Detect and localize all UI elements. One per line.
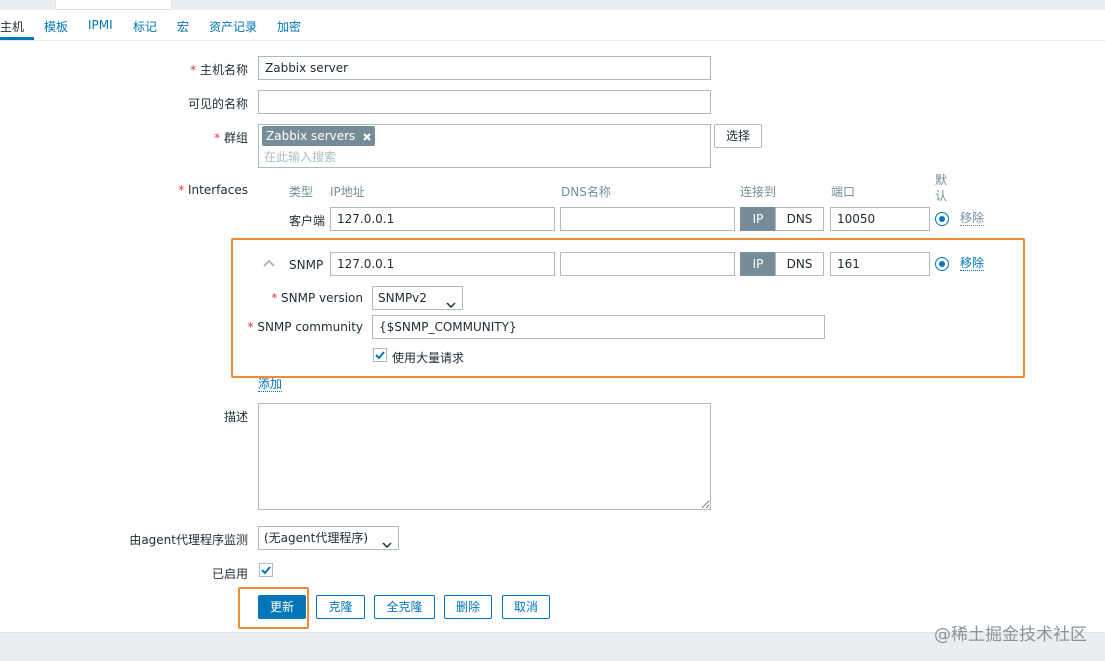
tab-bar: 主机 模板 IPMI 标记 宏 资产记录 加密 <box>0 10 1105 41</box>
host-name-label: * 主机名称 <box>150 61 248 78</box>
checkmark-icon <box>261 566 271 575</box>
agent-connect-dns-toggle[interactable]: DNS <box>775 207 824 231</box>
delete-button[interactable]: 删除 <box>444 595 492 619</box>
remove-tag-icon[interactable] <box>363 127 371 147</box>
groups-search-placeholder: 在此输入搜索 <box>264 150 337 164</box>
proxy-label: 由agent代理程序监测 <box>129 533 248 547</box>
groups-label: * 群组 <box>150 129 248 146</box>
agent-port-input[interactable]: 10050 <box>830 207 930 231</box>
full-clone-button[interactable]: 全克隆 <box>374 595 435 619</box>
snmp-community-input[interactable]: {$SNMP_COMMUNITY} <box>372 315 825 339</box>
tab-ipmi[interactable]: IPMI <box>88 18 113 32</box>
bulk-requests-label: 使用大量请求 <box>392 351 465 365</box>
visible-name-label: 可见的名称 <box>187 97 248 111</box>
tab-host[interactable]: 主机 <box>0 18 24 35</box>
agent-default-radio[interactable] <box>935 212 949 226</box>
agent-type: 客户端 <box>289 214 326 228</box>
tab-encryption[interactable]: 加密 <box>277 18 301 35</box>
tab-tags[interactable]: 标记 <box>133 18 157 35</box>
column-connect: 连接到 <box>740 185 777 199</box>
interfaces-label-text: Interfaces <box>188 183 248 197</box>
select-groups-button[interactable]: 选择 <box>714 124 762 148</box>
snmp-version-select[interactable]: SNMPv2 <box>372 286 463 310</box>
snmp-version-label: * SNMP version <box>240 291 363 305</box>
column-dns: DNS名称 <box>561 185 611 199</box>
agent-dns-input[interactable] <box>560 207 735 231</box>
enabled-label: 已启用 <box>211 567 248 581</box>
description-textarea[interactable] <box>258 403 711 510</box>
snmp-port-input[interactable]: 161 <box>830 252 930 276</box>
enabled-checkbox[interactable] <box>259 563 273 577</box>
group-tag-label: Zabbix servers <box>266 129 356 143</box>
active-tab-indicator <box>0 37 34 40</box>
checkmark-icon <box>375 351 385 360</box>
snmp-default-radio[interactable] <box>935 257 949 271</box>
interfaces-label: * Interfaces <box>150 183 248 197</box>
snmp-dns-input[interactable] <box>560 252 735 276</box>
required-mark: * <box>214 131 221 145</box>
required-mark: * <box>247 320 254 334</box>
snmp-ip-input[interactable]: 127.0.0.1 <box>330 252 555 276</box>
agent-remove-link[interactable]: 移除 <box>960 211 985 226</box>
browser-tab-stub <box>55 0 172 10</box>
chevron-down-icon <box>446 294 456 316</box>
required-mark: * <box>271 291 278 305</box>
tab-templates[interactable]: 模板 <box>44 18 68 35</box>
tab-inventory[interactable]: 资产记录 <box>209 18 257 35</box>
snmp-connect-dns-toggle[interactable]: DNS <box>775 252 824 276</box>
proxy-value: (无agent代理程序) <box>264 531 369 545</box>
group-tag: Zabbix servers <box>262 126 376 147</box>
collapse-chevron-icon[interactable] <box>262 257 276 271</box>
snmp-remove-link[interactable]: 移除 <box>960 256 985 271</box>
add-interface-link[interactable]: 添加 <box>258 377 283 392</box>
host-name-label-text: 主机名称 <box>199 63 248 77</box>
required-mark: * <box>190 63 197 77</box>
chevron-down-icon <box>382 534 392 556</box>
cancel-button[interactable]: 取消 <box>502 595 550 619</box>
proxy-select[interactable]: (无agent代理程序) <box>258 526 399 550</box>
watermark: @稀土掘金技术社区 <box>934 625 1087 645</box>
column-type: 类型 <box>289 185 314 199</box>
agent-ip-input[interactable]: 127.0.0.1 <box>330 207 555 231</box>
host-name-input[interactable]: Zabbix server <box>258 56 711 80</box>
description-label: 描述 <box>223 410 248 424</box>
snmp-version-label-text: SNMP version <box>281 291 363 305</box>
snmp-community-label: * SNMP community <box>240 320 364 334</box>
snmp-version-value: SNMPv2 <box>378 291 427 305</box>
snmp-type: SNMP <box>289 258 324 272</box>
column-default: 默认 <box>935 173 948 203</box>
visible-name-input[interactable] <box>258 90 711 114</box>
snmp-connect-ip-toggle[interactable]: IP <box>740 252 776 276</box>
column-ip: IP地址 <box>330 185 365 199</box>
agent-connect-ip-toggle[interactable]: IP <box>740 207 776 231</box>
groups-label-text: 群组 <box>223 131 248 145</box>
tab-macros[interactable]: 宏 <box>177 18 189 35</box>
snmp-community-label-text: SNMP community <box>257 320 363 334</box>
update-button[interactable]: 更新 <box>258 595 306 619</box>
top-strip <box>0 0 1105 10</box>
column-port: 端口 <box>831 185 856 199</box>
required-mark: * <box>178 183 185 197</box>
bulk-requests-checkbox[interactable] <box>373 348 387 362</box>
clone-button[interactable]: 克隆 <box>316 595 365 619</box>
